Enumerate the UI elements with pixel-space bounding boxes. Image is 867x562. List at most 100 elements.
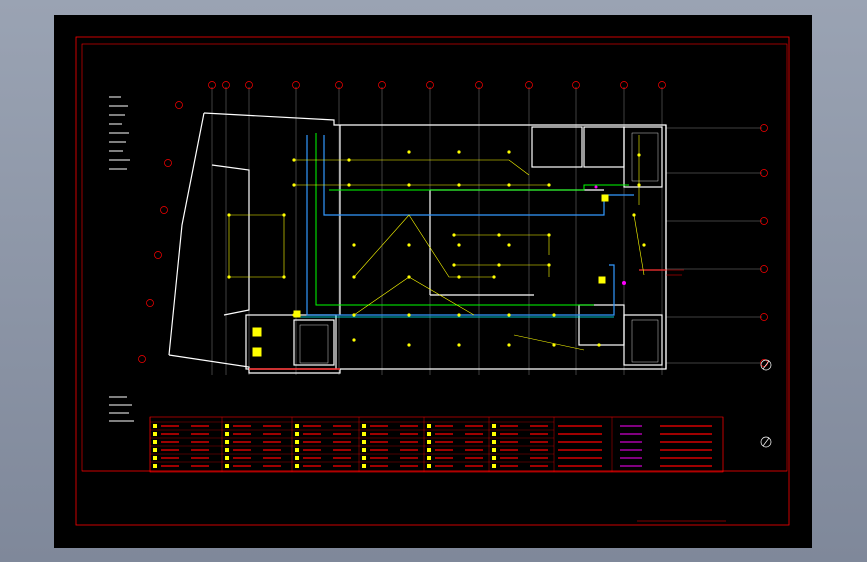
legend-symbol-icon [295,440,299,444]
light-fixture-icon [642,243,646,247]
legend-symbol-icon [153,456,157,460]
light-fixture-icon [497,263,501,267]
light-fixture-icon [352,275,356,279]
equipment-marks [594,185,626,285]
legend-symbol-icon [362,432,366,436]
legend-symbol-icon [427,424,431,428]
legend-symbol-icon [225,440,229,444]
grid-bubble-icon [160,206,168,214]
legend-symbol-icon [362,464,366,468]
legend-symbol-icon [492,424,496,428]
legend-symbol-icon [295,448,299,452]
legend-symbol-icon [153,464,157,468]
legend-symbol-icon [427,440,431,444]
building-walls [168,112,667,374]
light-fixture-icon [492,275,496,279]
legend-symbol-icon [153,448,157,452]
grid-bubble-icon [154,251,162,259]
cable-tray-green[interactable] [315,133,594,306]
light-fixture-icon [552,343,556,347]
light-fixture-icon [457,343,461,347]
drawing-sheet[interactable] [54,15,812,548]
light-fixture-icon [637,153,641,157]
light-fixture-icon [507,243,511,247]
light-fixture-icon [282,275,286,279]
red-callouts [666,269,684,276]
legend-symbol-icon [295,432,299,436]
light-fixture-icon [547,263,551,267]
legend-symbol-icon [427,448,431,452]
light-fixture-icon [282,213,286,217]
light-fixture-icon [597,343,601,347]
legend-symbol-icon [492,448,496,452]
light-fixture-icon [507,343,511,347]
light-fixture-icon [407,343,411,347]
light-fixture-icon [352,313,356,317]
legend-symbol-icon [225,456,229,460]
legend-symbol-icon [492,456,496,460]
light-fixture-icon [407,243,411,247]
legend-symbol-icon [362,424,366,428]
grid-bubble-icon [138,355,146,363]
legend-symbol-icon [225,464,229,468]
light-fixture-icon [637,183,641,187]
light-fixture-icon [227,213,231,217]
light-fixture-icon [452,233,456,237]
light-fixture-icon [457,150,461,154]
light-fixture-icon [352,243,356,247]
light-fixture-icon [292,158,296,162]
light-fixture-icon [552,313,556,317]
legend-frame [149,416,724,473]
light-fixture-icon [507,313,511,317]
light-fixture-icon [632,213,636,217]
legend-symbol-icon [427,456,431,460]
light-fixture-icon [547,233,551,237]
light-fixture-icon [452,263,456,267]
light-fixture-icon [547,183,551,187]
legend-symbol-icon [295,424,299,428]
legend-symbol-icon [362,456,366,460]
light-fixture-icon [347,183,351,187]
inner-frame [81,43,788,472]
legend-symbol-icon [225,424,229,428]
grid-bubble-icon [175,101,183,109]
legend-symbol-icon [153,440,157,444]
light-fixture-icon [457,313,461,317]
legend-symbol-icon [225,432,229,436]
light-fixture-icon [457,183,461,187]
legend-symbol-icon [492,464,496,468]
light-fixture-icon [407,313,411,317]
legend-table [149,416,724,473]
legend-symbol-icon [492,440,496,444]
light-fixture-icon [352,338,356,342]
light-fixture-icon [457,243,461,247]
floor-plan-drawing [75,36,790,526]
outer-frame [75,36,790,526]
light-fixture-icon [407,183,411,187]
grid-bubble-icon [146,299,154,307]
light-fixture-icon [507,150,511,154]
grid-bubble-icon [164,159,172,167]
cable-tray-blue[interactable] [306,135,615,316]
legend-symbol-icon [153,432,157,436]
light-fixture-icon [507,183,511,187]
north-arrow-icon [760,359,772,448]
light-fixture-icon [292,183,296,187]
light-fixture-icon [457,275,461,279]
legend-symbol-icon [427,432,431,436]
notes-block-top [109,96,130,170]
legend-symbol-icon [362,440,366,444]
legend-symbol-icon [427,464,431,468]
grid-bubble-icons[interactable] [138,81,768,367]
light-fixture-icon [227,275,231,279]
light-fixture-icon [407,150,411,154]
light-fixture-icon [347,158,351,162]
light-fixture-icon [407,275,411,279]
legend-symbol-icon [153,424,157,428]
light-fixture-icon [497,233,501,237]
legend-symbol-icon [225,448,229,452]
legend-symbol-icon [492,432,496,436]
legend-symbol-icon [295,456,299,460]
cad-viewport [0,0,867,562]
legend-symbol-icon [362,448,366,452]
